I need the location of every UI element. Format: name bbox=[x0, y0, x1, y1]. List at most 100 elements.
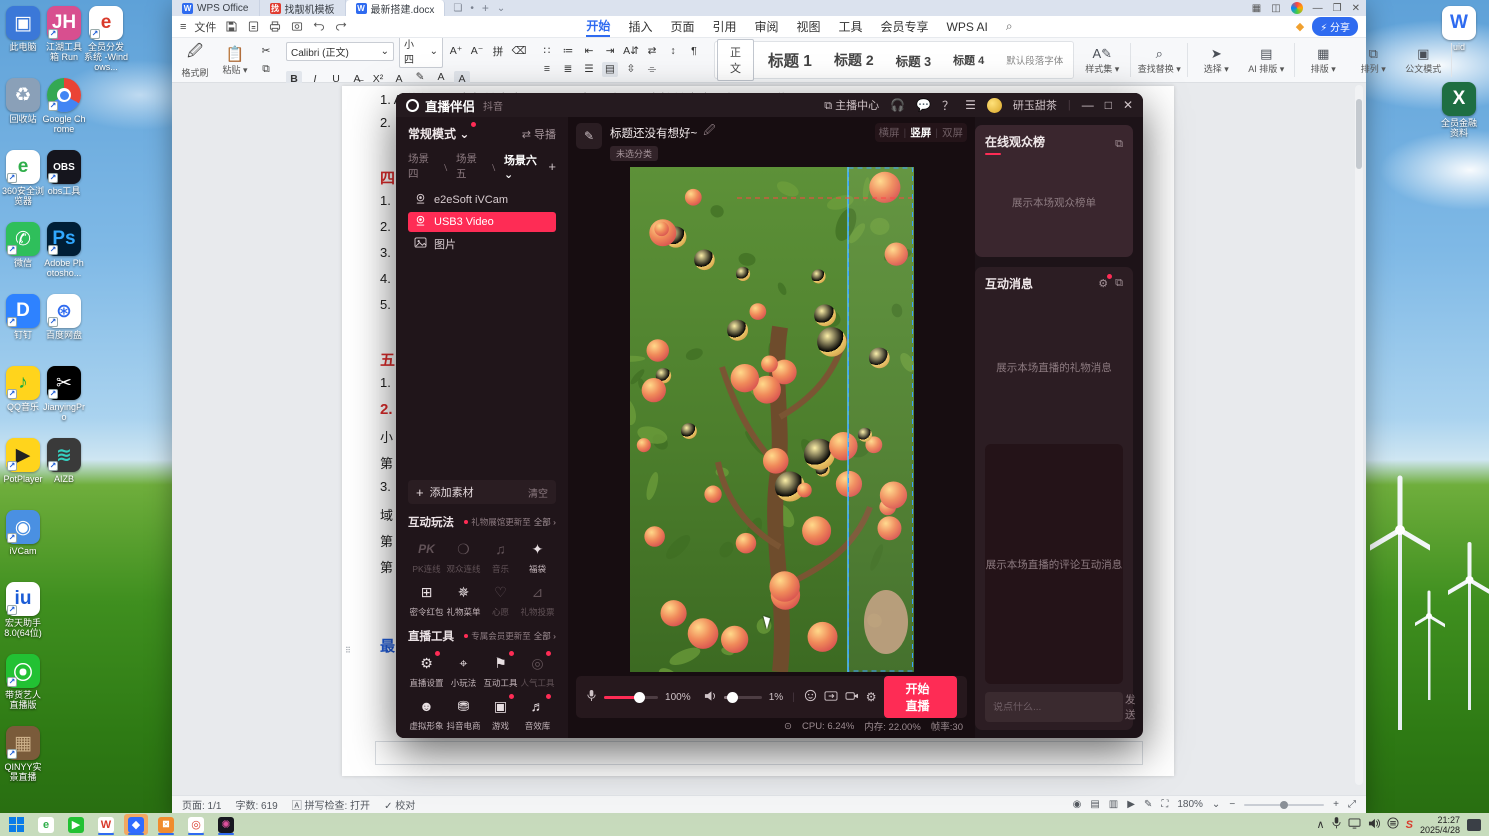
style-默认段落字体[interactable]: 默认段落字体 bbox=[998, 53, 1071, 67]
desktop-icon-百度网盘[interactable]: ⊛ ↗ 百度网盘 bbox=[42, 294, 86, 340]
undo-icon[interactable] bbox=[312, 20, 326, 34]
tab-comment-icon[interactable]: ❏ bbox=[453, 3, 462, 14]
feature-礼物投票[interactable]: ⊿ 礼物投票 bbox=[519, 581, 556, 618]
new-tab-button[interactable]: + bbox=[482, 1, 489, 15]
align-right-button[interactable]: ☰ bbox=[581, 62, 597, 77]
print-icon[interactable] bbox=[268, 20, 282, 34]
document-tab[interactable]: W WPS Office bbox=[172, 0, 260, 16]
feature-人气工具[interactable]: ◎ 人气工具 bbox=[519, 651, 556, 689]
speaker-icon[interactable] bbox=[704, 690, 717, 705]
feature-抖音电商[interactable]: ⛃ 抖音电商 bbox=[445, 695, 482, 732]
zoom-in-button[interactable]: + bbox=[1333, 799, 1339, 810]
desktop-icon-JianyingPro[interactable]: ✂ ↗ JianyingPro bbox=[42, 366, 86, 422]
word-count[interactable]: 字数: 619 bbox=[235, 797, 277, 812]
desktop-icon-AIZB[interactable]: ≋ ↗ AIZB bbox=[42, 438, 86, 484]
desktop-icon-钉钉[interactable]: D ↗ 钉钉 bbox=[1, 294, 45, 340]
source-USB3 Video[interactable]: USB3 Video bbox=[408, 212, 556, 232]
page-view-icon[interactable]: ▤ bbox=[1090, 799, 1099, 810]
feature-直播设置[interactable]: ⚙ 直播设置 bbox=[408, 651, 445, 689]
style-标题 1[interactable]: 标题 1 bbox=[760, 49, 820, 71]
desktop-icon-带货艺人直播版[interactable]: ⦿ ↗ 带货艺人直播版 bbox=[1, 654, 45, 710]
scene-tab-场景四[interactable]: 场景四 bbox=[408, 151, 435, 181]
increase-indent-button[interactable]: ⇥ bbox=[602, 44, 618, 59]
taskbar-camera-app[interactable]: ⧇ bbox=[154, 814, 178, 835]
style-标题 3[interactable]: 标题 3 bbox=[888, 51, 939, 70]
feature-PK连线[interactable]: PK PK连线 bbox=[408, 538, 445, 575]
edit-mode-icon[interactable]: ✎ bbox=[1144, 799, 1152, 810]
phonetic-guide-button[interactable]: 拼 bbox=[490, 44, 506, 59]
style-标题 4[interactable]: 标题 4 bbox=[945, 52, 992, 68]
font-size-select[interactable]: 小四 ⌄ bbox=[399, 34, 443, 68]
tab-list-chevron-icon[interactable]: ⌄ bbox=[497, 3, 505, 14]
wps-account-avatar[interactable] bbox=[1290, 2, 1303, 14]
comment-input[interactable] bbox=[993, 701, 1125, 713]
file-menu[interactable]: 文件 bbox=[194, 19, 216, 35]
feature-虚拟形象[interactable]: ☻ 虚拟形象 bbox=[408, 695, 445, 732]
mode-select[interactable]: 常规模式 ⌄ bbox=[408, 122, 477, 142]
number-list-button[interactable]: ≔ bbox=[560, 44, 576, 59]
format-painter-button[interactable]: 🖉 格式刷 bbox=[178, 41, 212, 79]
edit-room-info-button[interactable]: ✎ bbox=[576, 123, 602, 149]
tool-AI 排版[interactable]: ▤ AI 排版 ▾ bbox=[1244, 46, 1288, 75]
director-button[interactable]: ⇄ 导播 bbox=[522, 126, 556, 142]
feature-游戏[interactable]: ▣ 游戏 bbox=[482, 694, 519, 732]
speaker-volume-slider[interactable] bbox=[723, 691, 762, 703]
desktop-icon-回收站[interactable]: ♻ 回收站 bbox=[1, 78, 45, 124]
desktop-icon-江湖工具箱 Run[interactable]: JH ↗ 江湖工具箱 Run bbox=[42, 6, 86, 62]
mic-volume-slider[interactable] bbox=[604, 691, 659, 703]
feature-心愿[interactable]: ♡ 心愿 bbox=[482, 581, 519, 618]
save-icon[interactable] bbox=[224, 20, 238, 34]
share-button[interactable]: ⚡ 分享 bbox=[1312, 17, 1358, 36]
start-live-button[interactable]: 开始直播 bbox=[883, 676, 957, 718]
sogou-input-icon[interactable]: S bbox=[1406, 819, 1413, 831]
source-e2eSoft iVCam[interactable]: e2eSoft iVCam bbox=[408, 190, 556, 210]
section-notice[interactable]: 礼物展馆更新至 全部 › bbox=[464, 516, 556, 528]
align-left-button[interactable]: ≡ bbox=[539, 62, 555, 77]
clear-materials-button[interactable]: 清空 bbox=[528, 485, 548, 500]
camera-icon[interactable] bbox=[845, 690, 859, 705]
menu-会员专享[interactable]: 会员专享 bbox=[881, 18, 929, 35]
desktop-icon-QINYY实景直播[interactable]: ▦ ↗ QINYY实景直播 bbox=[1, 726, 45, 782]
vertical-scrollbar[interactable] bbox=[1355, 85, 1363, 785]
menu-WPS AI[interactable]: WPS AI bbox=[947, 20, 988, 34]
menu-视图[interactable]: 视图 bbox=[797, 18, 821, 35]
document-tab[interactable]: 找找靓机模板 bbox=[260, 0, 346, 16]
web-view-icon[interactable]: ▥ bbox=[1109, 799, 1118, 810]
feature-音乐[interactable]: ♫ 音乐 bbox=[482, 538, 519, 575]
settings-gear-icon[interactable]: ⚙ bbox=[866, 690, 877, 704]
desktop-icon-Google Chrome[interactable]: ↗ Google Chrome bbox=[42, 78, 86, 134]
fullscreen-icon[interactable]: ⤢ bbox=[1348, 799, 1356, 810]
desktop-icon-360安全浏览器[interactable]: e ↗ 360安全浏览器 bbox=[1, 150, 45, 206]
zoom-out-button[interactable]: − bbox=[1229, 799, 1235, 810]
scene-tab-场景五[interactable]: 场景五 bbox=[456, 151, 483, 181]
tray-volume-icon[interactable] bbox=[1368, 816, 1380, 834]
help-icon[interactable]: ？ bbox=[942, 97, 954, 114]
proofread-status[interactable]: ✓ 校对 bbox=[384, 797, 415, 812]
menu-页面[interactable]: 页面 bbox=[670, 18, 694, 35]
align-center-button[interactable]: ≣ bbox=[560, 62, 576, 77]
feature-小玩法[interactable]: ⌖ 小玩法 bbox=[445, 652, 482, 689]
feature-福袋[interactable]: ✦ 福袋 bbox=[519, 538, 556, 575]
zoom-slider[interactable] bbox=[1244, 800, 1325, 809]
desktop-icon-此电脑[interactable]: ▣ 此电脑 bbox=[1, 6, 45, 52]
menu-工具[interactable]: 工具 bbox=[839, 18, 863, 35]
desktop-icon-微信[interactable]: ✆ ↗ 微信 bbox=[1, 222, 45, 268]
taskbar-browser-360[interactable]: e bbox=[34, 814, 58, 835]
decrease-indent-button[interactable]: ⇤ bbox=[581, 44, 597, 59]
spellcheck-status[interactable]: 🄰 拼写检查: 打开 bbox=[292, 797, 370, 812]
desktop-icon-QQ音乐[interactable]: ♪ ↗ QQ音乐 bbox=[1, 366, 45, 412]
studio-username[interactable]: 研玉甜茶 bbox=[1013, 97, 1057, 113]
taskbar-obs[interactable]: ◎ bbox=[184, 814, 208, 835]
message-settings-gear-icon[interactable]: ⚙ bbox=[1098, 274, 1113, 290]
menu-开始[interactable]: 开始 bbox=[586, 17, 611, 37]
zoom-level[interactable]: 180% bbox=[1177, 799, 1203, 810]
tool-选择[interactable]: ➤ 选择 ▾ bbox=[1194, 46, 1238, 75]
notification-center-icon[interactable] bbox=[1467, 818, 1481, 831]
menu-审阅[interactable]: 审阅 bbox=[754, 18, 778, 35]
shading-button[interactable]: ⌯ bbox=[644, 62, 660, 77]
taskbar-clock[interactable]: 21:27 2025/4/28 bbox=[1420, 815, 1460, 835]
show-marks-button[interactable]: ¶ bbox=[686, 44, 702, 59]
category-tag[interactable]: 未选分类 bbox=[610, 146, 659, 161]
feature-密令红包[interactable]: ⊞ 密令红包 bbox=[408, 581, 445, 618]
document-tab[interactable]: W 最新搭建.docx bbox=[345, 0, 446, 16]
